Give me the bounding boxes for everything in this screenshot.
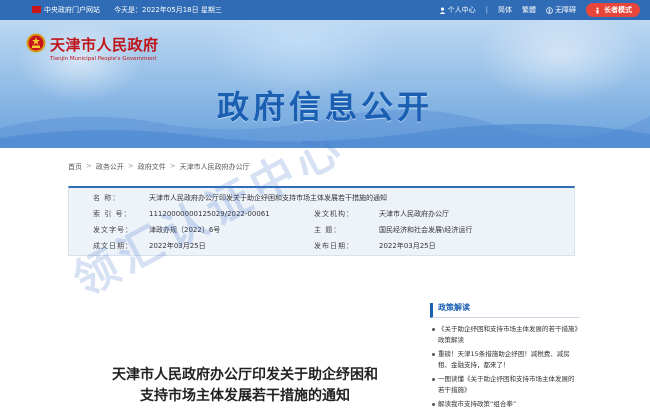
traditional-link[interactable]: 繁體 [522, 5, 536, 15]
published-label: 发布日期： [314, 242, 354, 250]
index-value: 11120000000125029/2022-00061 [149, 210, 270, 218]
issuer-value: 天津市人民政府办公厅 [379, 210, 449, 218]
info-row-dates: 成文日期： 2022年03月25日 发布日期： 2022年03月25日 [69, 239, 574, 253]
breadcrumb-gov-affairs[interactable]: 政务公开 [96, 162, 124, 172]
created-label: 成文日期： [93, 242, 133, 250]
policy-interpretation-panel: 政策解读 《关于助企纾困和支持市场主体发展的若干措施》政策解读 重磅！天津15条… [430, 303, 580, 413]
article-title-line2: 支持市场主体发展若干措施的通知 [140, 388, 350, 404]
info-row-index: 索 引 号： 11120000000125029/2022-00061 发文机构… [69, 207, 574, 221]
policy-item[interactable]: 一图读懂《关于助企纾困和支持市场主体发展的若干措施》 [430, 374, 580, 396]
issuer-label: 发文机构： [314, 210, 354, 218]
accessibility-icon [546, 6, 553, 14]
policy-item[interactable]: 《关于助企纾困和支持市场主体发展的若干措施》政策解读 [430, 324, 580, 346]
banner-title: 政府信息公开 [216, 88, 433, 126]
elder-icon [596, 6, 599, 14]
info-row-name: 名 称： 天津市人民政府办公厅印发关于助企纾困和支持市场主体发展若干措施的通知 [69, 191, 574, 205]
site-logo[interactable]: 天津市人民政府 Tianjin Municipal People's Gover… [50, 34, 159, 62]
flag-icon [32, 5, 41, 13]
policy-item[interactable]: 重磅！天津15条措施助企纾困！减税费、减房租、金融支持，都来了！ [430, 349, 580, 371]
breadcrumb-home[interactable]: 首页 [68, 162, 82, 172]
index-label: 索 引 号： [93, 210, 132, 218]
breadcrumb-gov-docs[interactable]: 政府文件 [138, 162, 166, 172]
site-name-en: Tianjin Municipal People's Government [50, 56, 157, 62]
user-icon [439, 7, 445, 14]
site-name: 天津市人民政府 [50, 36, 159, 54]
personal-center-link[interactable]: 个人中心 [439, 5, 476, 15]
accessibility-link[interactable]: 无障碍 [546, 5, 576, 15]
simplified-link[interactable]: 简体 [498, 5, 512, 15]
article-title: 天津市人民政府办公厅印发关于助企纾困和 支持市场主体发展若干措施的通知 [80, 365, 410, 407]
policy-item[interactable]: 解读我市支持政策“组合拳” [430, 399, 580, 410]
breadcrumb-office[interactable]: 天津市人民政府办公厅 [180, 162, 250, 172]
subject-value: 国民经济和社会发展\经济运行 [379, 226, 473, 234]
policy-heading: 政策解读 [430, 303, 580, 318]
central-portal-link[interactable]: 中央政府门户网站 [32, 5, 100, 15]
name-label: 名 称： [93, 194, 121, 202]
docno-value: 津政办规〔2022〕6号 [149, 226, 221, 234]
breadcrumb: 首页 > 政务公开 > 政府文件 > 天津市人民政府办公厅 [68, 162, 250, 172]
top-bar: 中央政府门户网站 今天是：2022年05月18日 星期三 个人中心 | 简体 繁… [0, 0, 650, 20]
published-value: 2022年03月25日 [379, 242, 436, 250]
docno-label: 发文字号： [93, 226, 133, 234]
created-value: 2022年03月25日 [149, 242, 206, 250]
elder-mode-button[interactable]: 长者模式 [586, 3, 640, 17]
header-banner: 天津市人民政府 Tianjin Municipal People's Gover… [0, 20, 650, 148]
document-info-box: 名 称： 天津市人民政府办公厅印发关于助企纾困和支持市场主体发展若干措施的通知 … [68, 186, 575, 256]
national-emblem-icon [26, 33, 46, 53]
subject-label: 主 题： [314, 226, 342, 234]
info-row-docno: 发文字号： 津政办规〔2022〕6号 主 题： 国民经济和社会发展\经济运行 [69, 223, 574, 237]
name-value: 天津市人民政府办公厅印发关于助企纾困和支持市场主体发展若干措施的通知 [149, 194, 387, 202]
article-title-line1: 天津市人民政府办公厅印发关于助企纾困和 [112, 367, 378, 383]
date-text: 今天是：2022年05月18日 星期三 [114, 6, 222, 14]
policy-list: 《关于助企纾困和支持市场主体发展的若干措施》政策解读 重磅！天津15条措施助企纾… [430, 324, 580, 410]
